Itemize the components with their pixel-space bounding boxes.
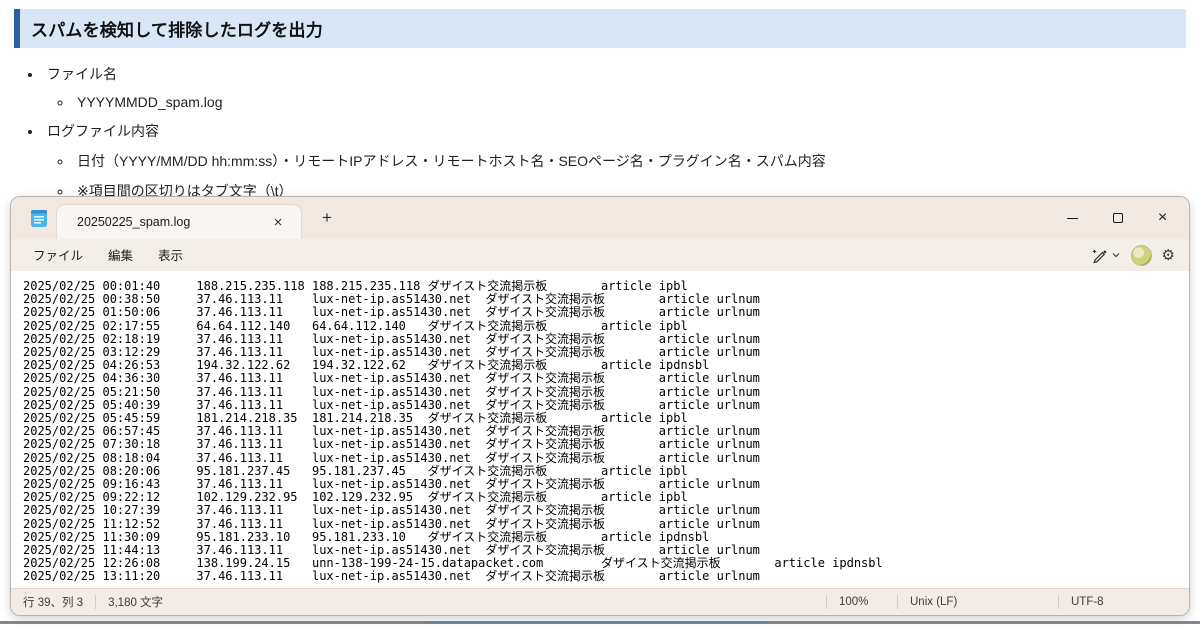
status-bar: 行 39、列 3 3,180 文字 100% Unix (LF) UTF-8: [11, 588, 1189, 615]
new-tab-button[interactable]: +: [310, 203, 344, 233]
chevron-down-icon: [1111, 250, 1121, 260]
close-button[interactable]: ×: [1140, 197, 1185, 239]
log-line: 2025/02/25 11:12:52 37.46.113.11 lux-net…: [23, 518, 1189, 531]
close-icon: ×: [1158, 210, 1167, 226]
log-line: 2025/02/25 05:21:50 37.46.113.11 lux-net…: [23, 386, 1189, 399]
menu-file[interactable]: ファイル: [22, 244, 94, 268]
doc-list-item: ファイル名: [28, 58, 1100, 89]
ai-rewrite-pen-icon: [1090, 246, 1108, 264]
doc-list-subitem: YYYYMMDD_spam.log: [58, 89, 1100, 115]
char-count: 3,180 文字: [96, 594, 175, 610]
notepad-window: 20250225_spam.log × + × ファイル編集表示: [10, 196, 1190, 616]
log-line: 2025/02/25 02:17:55 64.64.112.140 64.64.…: [23, 320, 1189, 333]
rewrite-button[interactable]: [1090, 246, 1121, 264]
tab-close-icon[interactable]: ×: [265, 210, 291, 234]
menu-edit[interactable]: 編集: [97, 244, 144, 268]
minimize-icon: [1067, 218, 1078, 219]
log-line: 2025/02/25 08:18:04 37.46.113.11 lux-net…: [23, 452, 1189, 465]
doc-list-subitem: 日付（YYYY/MM/DD hh:mm:ss）・リモートIPアドレス・リモートホ…: [58, 146, 1100, 176]
copilot-avatar-icon[interactable]: [1131, 245, 1152, 266]
notepad-app-icon: [30, 208, 48, 228]
log-line: 2025/02/25 10:27:39 37.46.113.11 lux-net…: [23, 504, 1189, 517]
log-line: 2025/02/25 04:36:30 37.46.113.11 lux-net…: [23, 372, 1189, 385]
encoding[interactable]: UTF-8: [1059, 596, 1189, 608]
menu-right-icons: ⚙: [1090, 239, 1175, 271]
titlebar[interactable]: 20250225_spam.log × + ×: [11, 197, 1189, 239]
log-line: 2025/02/25 07:30:18 37.46.113.11 lux-net…: [23, 438, 1189, 451]
settings-gear-icon[interactable]: ⚙: [1162, 248, 1175, 263]
cursor-position: 行 39、列 3: [11, 594, 95, 610]
page-title: スパムを検知して排除したログを出力: [14, 9, 1186, 48]
text-editor-area[interactable]: 2025/02/25 00:01:40 188.215.235.118 188.…: [11, 271, 1189, 588]
zoom-level[interactable]: 100%: [827, 596, 897, 608]
menu-bar: ファイル編集表示 ⚙: [11, 239, 1189, 271]
doc-list-item: ログファイル内容: [28, 115, 1100, 146]
doc-bullet-list: ファイル名YYYYMMDD_spam.logログファイル内容日付（YYYY/MM…: [0, 58, 1100, 206]
maximize-button[interactable]: [1095, 197, 1140, 239]
tab-title: 20250225_spam.log: [77, 215, 265, 229]
log-line: 2025/02/25 13:11:20 37.46.113.11 lux-net…: [23, 570, 1189, 583]
log-line: 2025/02/25 01:50:06 37.46.113.11 lux-net…: [23, 306, 1189, 319]
cropped-next-section-edge: [0, 621, 1200, 624]
maximize-icon: [1113, 213, 1123, 223]
tab-20250225-spam-log[interactable]: 20250225_spam.log ×: [56, 204, 302, 239]
window-controls: ×: [1050, 197, 1185, 239]
line-ending[interactable]: Unix (LF): [898, 596, 1058, 608]
minimize-button[interactable]: [1050, 197, 1095, 239]
menu-view[interactable]: 表示: [147, 244, 194, 268]
